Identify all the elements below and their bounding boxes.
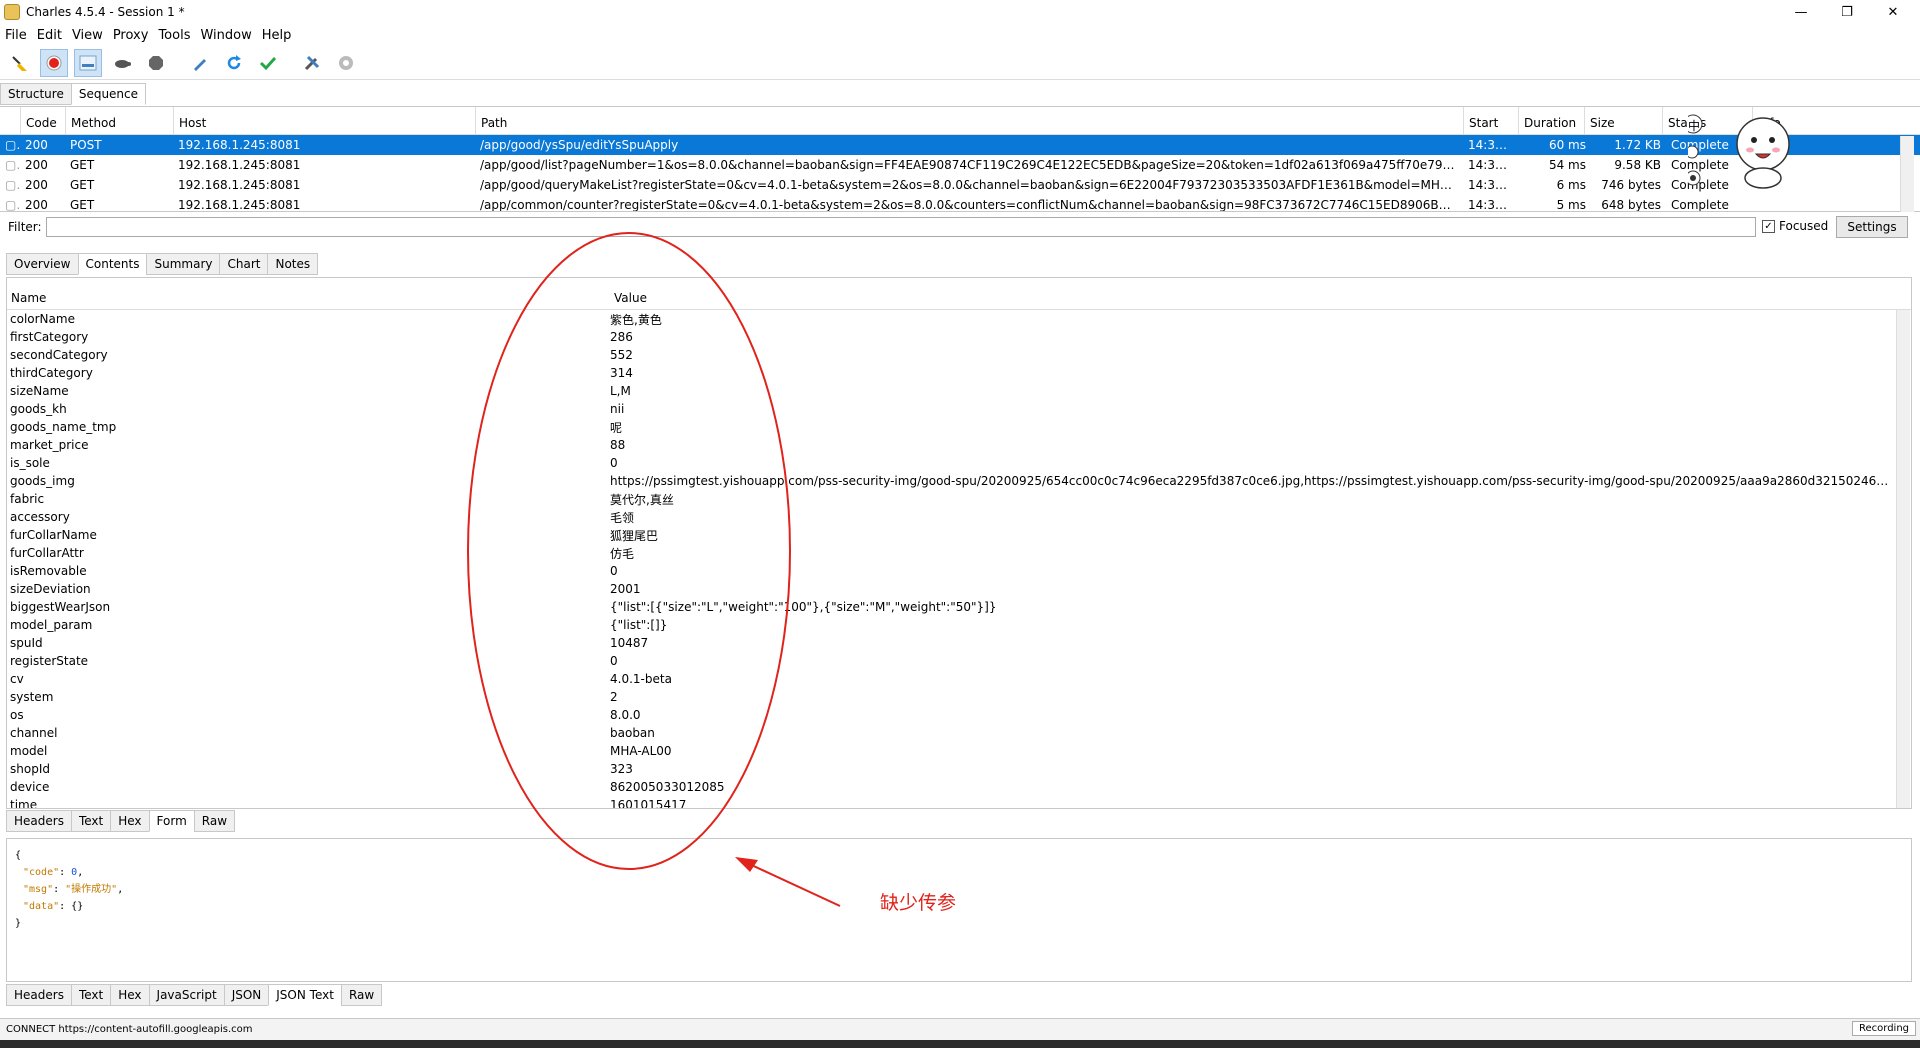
annotation-arrow	[744, 861, 841, 907]
ime-badge: 中	[1687, 118, 1700, 133]
annotation-overlay	[467, 232, 841, 907]
sticker-image	[1688, 114, 1790, 189]
annotation-ellipse	[467, 232, 791, 870]
annotation-arrowhead	[735, 857, 758, 872]
annotation-label: 缺少传参	[880, 892, 957, 914]
